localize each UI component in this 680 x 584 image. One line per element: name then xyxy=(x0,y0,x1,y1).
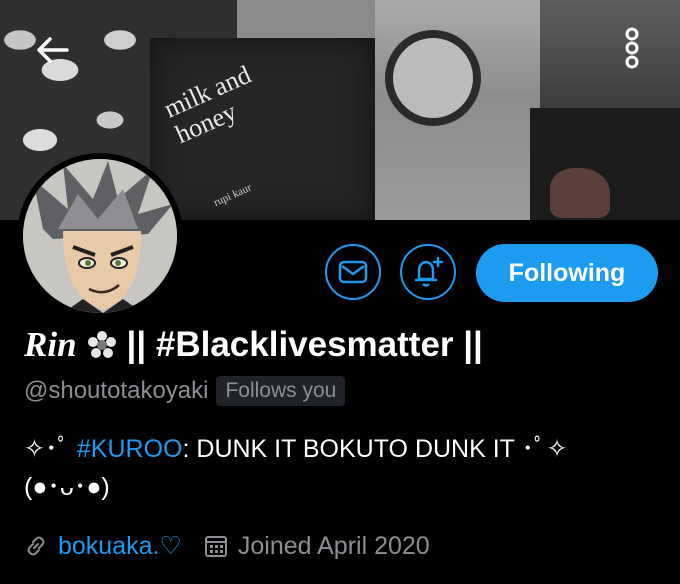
banner-car-photo xyxy=(375,0,540,220)
display-name-suffix: || #Blacklivesmatter || xyxy=(126,325,483,364)
banner-car-wheel xyxy=(385,30,481,126)
avatar[interactable] xyxy=(17,153,183,319)
joined-date: Joined April 2020 xyxy=(237,531,430,560)
back-arrow-icon xyxy=(37,37,69,63)
bio-text: : DUNK IT BOKUTO DUNK IT ･ﾟ✧ xyxy=(182,435,568,463)
avatar-image xyxy=(23,159,177,313)
bio-hashtag-link[interactable]: #KUROO xyxy=(77,435,183,463)
banner-book-title: milk and honey xyxy=(159,59,256,150)
bio: ✧･ﾟ #KUROO: DUNK IT BOKUTO DUNK IT ･ﾟ✧ (… xyxy=(24,430,664,506)
bio-line-1: ✧･ﾟ #KUROO: DUNK IT BOKUTO DUNK IT ･ﾟ✧ xyxy=(24,430,664,468)
bio-line-2: (●･ᴗ･●) xyxy=(24,473,110,501)
website-link[interactable]: bokuaka.♡ xyxy=(58,531,182,561)
following-button[interactable]: Following xyxy=(476,244,658,302)
bio-sparkle-prefix: ✧･ﾟ xyxy=(24,435,77,463)
banner-hand xyxy=(550,168,610,218)
banner-book-author: rupi kaur xyxy=(212,181,254,209)
banner-building-photo xyxy=(540,0,680,110)
mail-icon xyxy=(338,260,368,284)
handle-row: @shoutotakoyaki Follows you xyxy=(24,373,346,409)
back-button[interactable] xyxy=(28,26,76,74)
bell-plus-icon xyxy=(414,256,444,287)
calendar-icon xyxy=(204,534,228,558)
banner-book-photo: milk and honey rupi kaur xyxy=(150,38,375,220)
display-name-prefix: Rin xyxy=(24,325,77,364)
banner-strip xyxy=(237,0,377,38)
message-button[interactable] xyxy=(325,244,381,300)
banner-book-hand-photo xyxy=(530,108,680,220)
profile-meta: bokuaka.♡ Joined April 2020 xyxy=(24,526,430,566)
flower-icon xyxy=(87,330,117,360)
notifications-button[interactable] xyxy=(400,244,456,300)
more-options-button[interactable] xyxy=(612,22,652,74)
handle: @shoutotakoyaki xyxy=(24,377,209,404)
follows-you-badge: Follows you xyxy=(216,376,346,406)
link-icon xyxy=(24,534,48,558)
more-vertical-icon xyxy=(625,27,639,69)
display-name: Rin || #Blacklivesmatter || xyxy=(24,320,483,370)
